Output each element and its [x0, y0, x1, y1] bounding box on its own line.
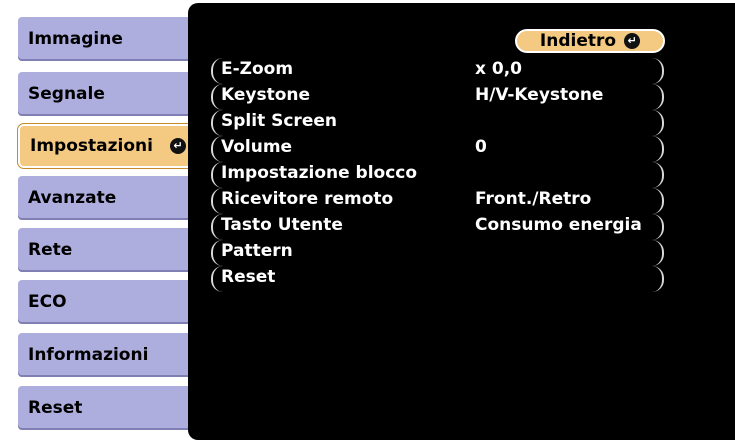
- tab-label: Informazioni: [28, 345, 149, 365]
- tab-label: Rete: [28, 240, 73, 260]
- menu-item-value: H/V-Keystone: [475, 85, 604, 105]
- tab-label: Avanzate: [28, 188, 117, 208]
- menu-item-label: Pattern: [221, 241, 293, 261]
- menu-item-label: Split Screen: [221, 111, 337, 131]
- menu-item-impostazione-blocco[interactable]: Impostazione blocco: [211, 162, 664, 188]
- menu-tab-strip: Immagine Segnale Impostazioni ↵ Avanzate…: [18, 0, 208, 441]
- tab-impostazioni[interactable]: Impostazioni ↵: [18, 124, 198, 168]
- tab-informazioni[interactable]: Informazioni: [18, 333, 188, 377]
- menu-item-ricevitore-remoto[interactable]: Ricevitore remoto Front./Retro: [211, 188, 664, 214]
- tab-avanzate[interactable]: Avanzate: [18, 176, 188, 220]
- menu-item-label: Volume: [221, 137, 293, 157]
- menu-item-label: Keystone: [221, 85, 311, 105]
- menu-item-pattern[interactable]: Pattern: [211, 240, 664, 266]
- back-button[interactable]: Indietro ↵: [515, 29, 665, 53]
- menu-item-label: Impostazione blocco: [221, 163, 418, 183]
- menu-item-label: Reset: [221, 267, 276, 287]
- tab-label: ECO: [28, 292, 67, 312]
- menu-item-e-zoom[interactable]: E-Zoom x 0,0: [211, 58, 664, 84]
- back-button-label: Indietro: [539, 31, 617, 51]
- tab-rete[interactable]: Rete: [18, 228, 188, 272]
- menu-item-reset[interactable]: Reset: [211, 266, 664, 292]
- menu-item-value: 0: [475, 137, 487, 157]
- tab-label: Reset: [28, 398, 83, 418]
- tab-label: Segnale: [28, 84, 105, 104]
- enter-icon: ↵: [624, 33, 641, 49]
- tab-label: Immagine: [28, 29, 123, 49]
- enter-icon: ↵: [170, 138, 186, 154]
- tab-label: Impostazioni: [30, 136, 153, 156]
- projector-menu-screen: Immagine Segnale Impostazioni ↵ Avanzate…: [0, 0, 735, 441]
- menu-item-value: Front./Retro: [475, 189, 592, 209]
- tab-immagine[interactable]: Immagine: [18, 17, 188, 61]
- settings-panel: Indietro ↵ E-Zoom x 0,0 Keystone H/V-Key…: [188, 3, 735, 440]
- menu-item-label: Ricevitore remoto: [221, 189, 394, 209]
- tab-reset[interactable]: Reset: [18, 386, 188, 430]
- settings-menu: E-Zoom x 0,0 Keystone H/V-Keystone Split…: [211, 58, 664, 292]
- menu-item-label: E-Zoom: [221, 59, 294, 79]
- menu-item-tasto-utente[interactable]: Tasto Utente Consumo energia: [211, 214, 664, 240]
- menu-item-value: x 0,0: [475, 59, 522, 79]
- menu-item-keystone[interactable]: Keystone H/V-Keystone: [211, 84, 664, 110]
- tab-segnale[interactable]: Segnale: [18, 72, 188, 116]
- tab-eco[interactable]: ECO: [18, 280, 188, 324]
- menu-item-split-screen[interactable]: Split Screen: [211, 110, 664, 136]
- menu-item-volume[interactable]: Volume 0: [211, 136, 664, 162]
- menu-item-label: Tasto Utente: [221, 215, 343, 235]
- menu-item-value: Consumo energia: [475, 215, 642, 235]
